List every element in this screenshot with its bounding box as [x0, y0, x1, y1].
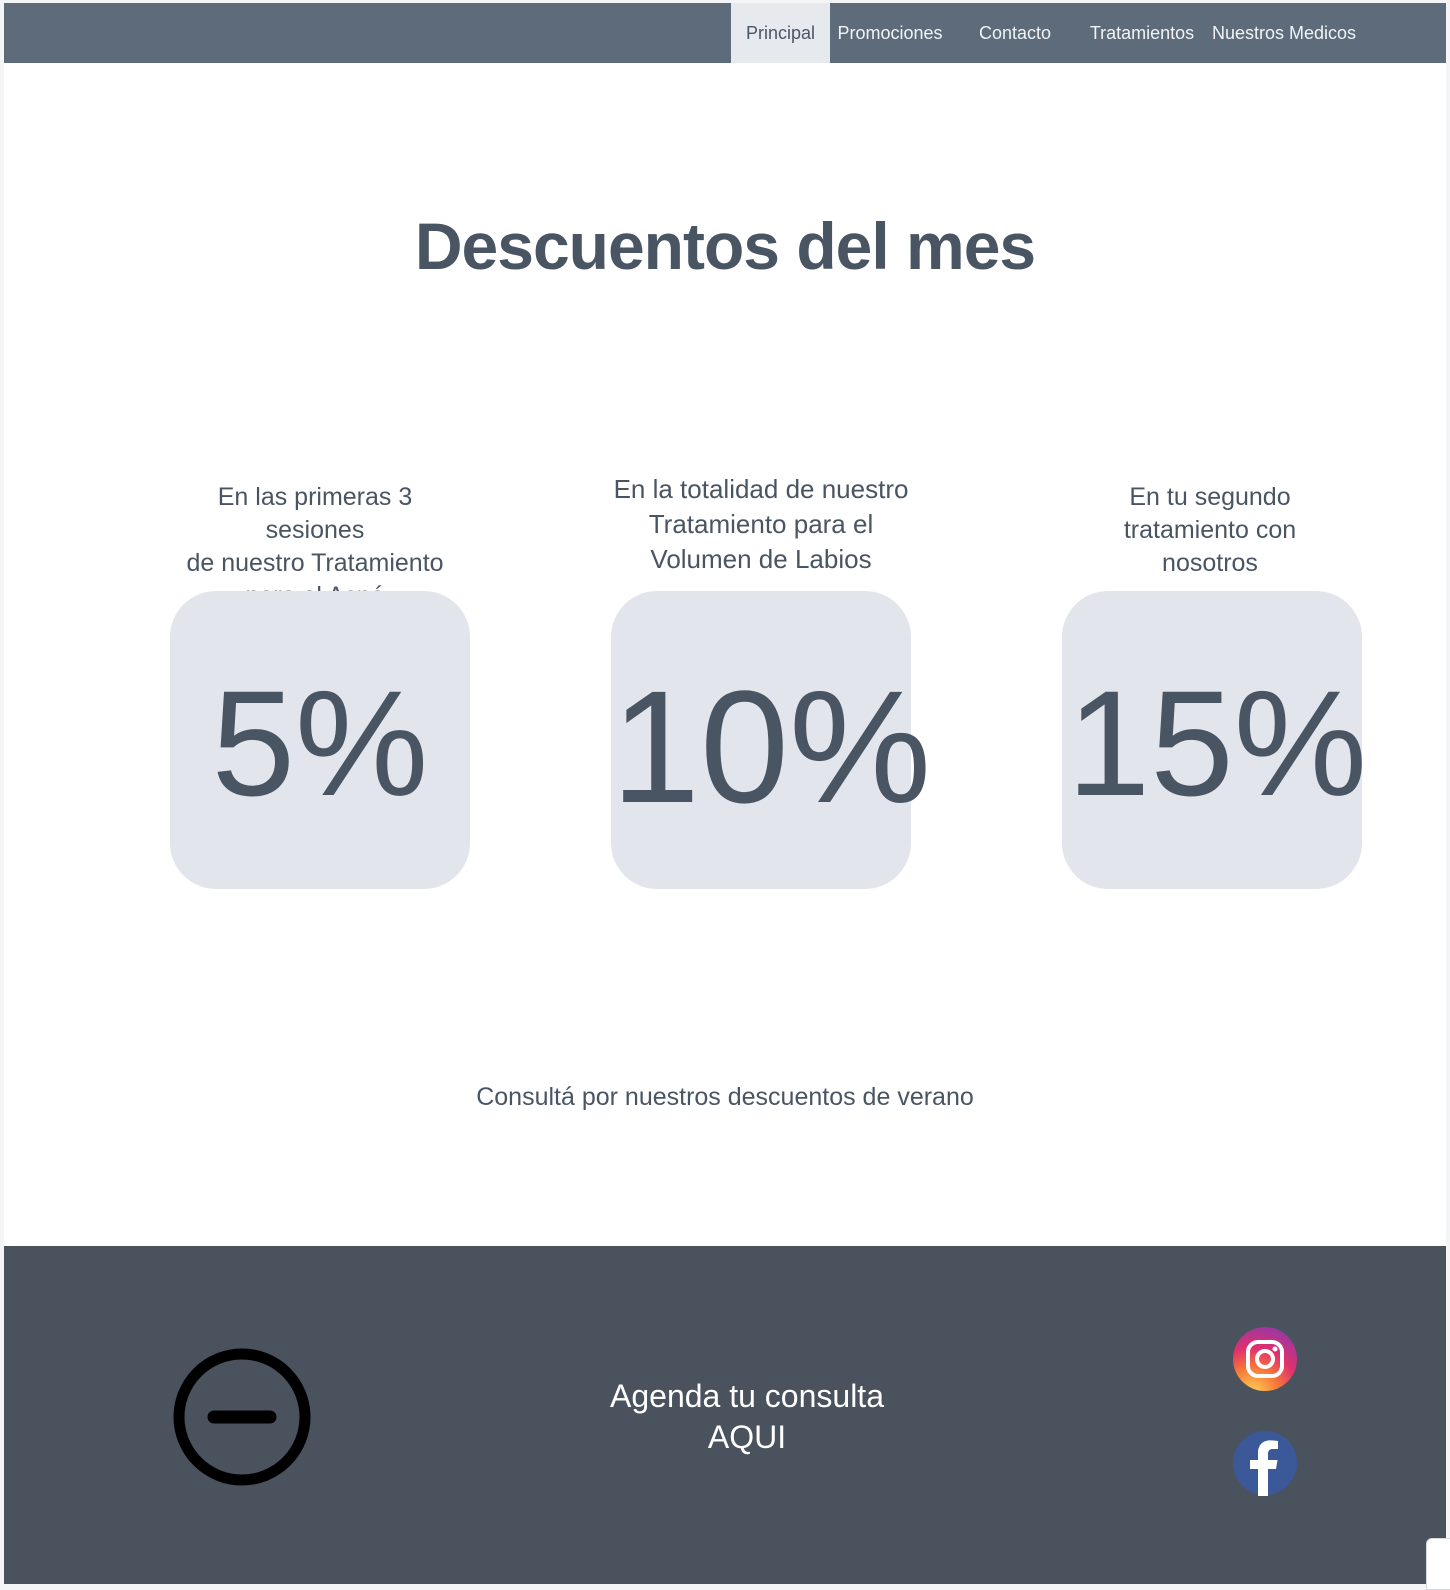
offer-caption-line: Tratamiento para el	[648, 509, 874, 539]
book-consultation-link[interactable]: Agenda tu consulta AQUI	[562, 1376, 932, 1458]
offer-caption: En tu segundo tratamiento con nosotros	[1060, 481, 1360, 580]
corner-tab[interactable]	[1426, 1538, 1450, 1590]
offer-caption-line: Volumen de Labios	[650, 544, 872, 574]
offer-caption: En la totalidad de nuestro Tratamiento p…	[601, 472, 921, 577]
top-navbar: Principal Promociones Contacto Tratamien…	[4, 3, 1446, 63]
offer-caption-line: tratamiento con	[1123, 516, 1297, 544]
nav-item-tratamientos[interactable]: Tratamientos	[1085, 3, 1199, 63]
facebook-icon[interactable]	[1232, 1430, 1298, 1496]
circle-minus-icon	[173, 1348, 311, 1486]
footer: Agenda tu consulta AQUI	[4, 1246, 1446, 1584]
offer-caption-line: En tu segundo	[1129, 483, 1291, 511]
summer-discounts-note: Consultá por nuestros descuentos de vera…	[476, 1083, 974, 1111]
nav-item-promociones[interactable]: Promociones	[830, 3, 950, 63]
cta-line: AQUI	[707, 1419, 787, 1455]
nav-item-contacto[interactable]: Contacto	[965, 3, 1065, 63]
offer-caption-line: nosotros	[1162, 549, 1258, 577]
discount-value: 15%	[1066, 659, 1368, 827]
discount-value: 10%	[611, 657, 932, 836]
offer-caption-line: En las primeras 3 sesiones	[217, 483, 413, 544]
page-title: Descuentos del mes	[414, 209, 1036, 283]
offer-caption-line: En la totalidad de nuestro	[613, 474, 909, 504]
offer-caption-line: de nuestro Tratamiento	[186, 549, 444, 577]
discount-value: 5%	[211, 659, 429, 827]
nav-item-nuestros-medicos[interactable]: Nuestros Medicos	[1209, 3, 1359, 63]
cta-line: Agenda tu consulta	[610, 1378, 884, 1414]
instagram-icon[interactable]	[1232, 1326, 1298, 1392]
nav-item-principal[interactable]: Principal	[731, 3, 830, 63]
page: Principal Promociones Contacto Tratamien…	[4, 3, 1446, 1584]
